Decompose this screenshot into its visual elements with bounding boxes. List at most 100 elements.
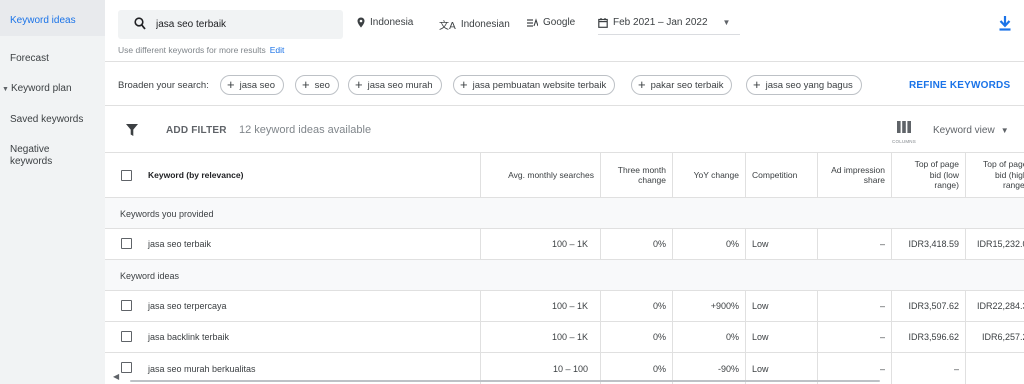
broaden-chip[interactable]: + seo <box>295 75 339 95</box>
competition-cell: Low <box>752 332 769 342</box>
edit-link[interactable]: Edit <box>270 45 285 55</box>
keyword-cell: jasa seo terbaik <box>148 239 212 249</box>
add-filter-button[interactable]: ADD FILTER <box>166 125 227 136</box>
competition-cell: Low <box>752 301 769 311</box>
sidebar-item-keyword-ideas[interactable]: Keyword ideas <box>0 0 105 36</box>
filter-bar: Use different keywords for more results E… <box>105 0 1024 62</box>
bid-high-cell: IDR6,257.2 <box>982 332 1024 342</box>
network-filter[interactable]: Google <box>526 17 575 28</box>
hint-label: Use different keywords for more results <box>118 45 266 55</box>
header-line: bid (low <box>929 169 959 180</box>
search-icon <box>134 17 146 30</box>
three-month-cell: 0% <box>652 239 666 249</box>
keyword-view-dropdown[interactable]: Keyword view ▼ <box>933 125 1009 136</box>
columns-icon <box>897 121 911 133</box>
yoy-cell: 0% <box>725 239 739 249</box>
avg-searches-cell: 100 – 1K <box>551 301 588 311</box>
date-range-selector[interactable]: Feb 2021 – Jan 2022 ▼ <box>598 13 740 35</box>
broaden-chip[interactable]: + jasa seo murah <box>348 75 442 95</box>
sidebar-item-saved-keywords[interactable]: Saved keywords <box>0 114 105 126</box>
plus-icon: + <box>302 77 310 92</box>
chip-label: jasa seo <box>239 79 275 91</box>
chip-label: jasa pembuatan website terbaik <box>472 79 607 91</box>
three-month-cell: 0% <box>652 301 666 311</box>
plus-icon: + <box>753 77 761 92</box>
select-all-checkbox[interactable] <box>121 170 132 181</box>
scroll-left-icon[interactable]: ◀ <box>113 372 119 381</box>
sidebar-item-keyword-plan[interactable]: ▼ Keyword plan <box>0 83 105 96</box>
date-range-content: Feb 2021 – Jan 2022 ▼ <box>598 17 730 28</box>
broaden-chip[interactable]: + jasa seo yang bagus <box>746 75 862 95</box>
language-filter[interactable]: 文A Indonesian <box>439 17 510 32</box>
sidebar-item-forecast[interactable]: Forecast <box>0 53 105 65</box>
date-range-label: Feb 2021 – Jan 2022 <box>613 17 708 28</box>
keyword-cell: jasa seo terpercaya <box>148 301 227 311</box>
chip-label: pakar seo terbaik <box>650 79 724 91</box>
columns-button[interactable]: COLUMNS <box>889 119 919 149</box>
header-top-bid-high[interactable]: Top of page bid (high range) <box>965 153 1024 197</box>
header-line: range) <box>934 180 959 191</box>
header-yoy-change[interactable]: YoY change <box>672 153 739 197</box>
header-line: Top of page <box>983 159 1024 170</box>
yoy-cell: +900% <box>710 301 739 311</box>
broaden-label: Broaden your search: <box>118 80 209 91</box>
hint-text: Use different keywords for more results E… <box>118 45 284 55</box>
table-row[interactable]: jasa seo terbaik 100 – 1K 0% 0% Low – ID… <box>105 229 1024 260</box>
header-top-bid-low[interactable]: Top of page bid (low range) <box>891 153 959 197</box>
section-header-ideas: Keyword ideas <box>105 260 1024 291</box>
bid-high-cell: IDR15,232.0 <box>977 239 1024 249</box>
row-checkbox[interactable] <box>121 238 132 249</box>
row-checkbox[interactable] <box>121 362 132 373</box>
table-row[interactable]: jasa backlink terbaik 100 – 1K 0% 0% Low… <box>105 322 1024 353</box>
header-avg-monthly-searches[interactable]: Avg. monthly searches <box>480 153 594 197</box>
impression-cell: – <box>879 332 885 342</box>
header-line: Ad impression <box>831 164 885 175</box>
header-line: change <box>638 175 666 185</box>
sidebar-item-label: Keyword plan <box>10 83 72 94</box>
plus-icon: + <box>227 77 235 92</box>
header-line: Top of page <box>914 159 959 170</box>
header-three-month-change[interactable]: Three month change <box>600 153 666 197</box>
search-input[interactable] <box>156 19 336 30</box>
three-month-cell: 0% <box>652 332 666 342</box>
broaden-chip[interactable]: + pakar seo terbaik <box>631 75 733 95</box>
table-header: Keyword (by relevance) Avg. monthly sear… <box>105 153 1024 198</box>
section-header-provided: Keywords you provided <box>105 198 1024 229</box>
location-label: Indonesia <box>370 17 414 28</box>
download-icon[interactable] <box>998 15 1012 31</box>
header-ad-impression-share[interactable]: Ad impression share <box>817 153 885 197</box>
header-competition[interactable]: Competition <box>752 153 797 197</box>
search-box[interactable] <box>118 10 343 39</box>
broaden-chip[interactable]: + jasa pembuatan website terbaik <box>453 75 616 95</box>
broaden-chip[interactable]: + jasa seo <box>220 75 284 95</box>
competition-cell: Low <box>752 239 769 249</box>
keyword-view-label: Keyword view <box>933 125 995 136</box>
bid-high-cell: IDR22,284.3 <box>977 301 1024 311</box>
table-row[interactable]: jasa seo terpercaya 100 – 1K 0% +900% Lo… <box>105 291 1024 322</box>
filter-icon[interactable] <box>126 124 138 136</box>
header-line: bid (high <box>995 169 1024 180</box>
location-filter[interactable]: Indonesia <box>357 17 413 28</box>
row-checkbox[interactable] <box>121 300 132 311</box>
chip-label: jasa seo yang bagus <box>765 79 853 91</box>
caret-down-icon: ▼ <box>2 86 9 93</box>
refine-keywords-button[interactable]: REFINE KEYWORDS <box>909 80 1010 91</box>
header-line: share <box>863 175 885 185</box>
row-checkbox[interactable] <box>121 331 132 342</box>
bid-low-cell: IDR3,507.62 <box>908 301 959 311</box>
header-keyword[interactable]: Keyword (by relevance) <box>148 153 243 197</box>
plus-icon: + <box>460 77 468 92</box>
calendar-icon <box>598 17 608 28</box>
keyword-table: Keyword (by relevance) Avg. monthly sear… <box>105 153 1024 384</box>
section-label: Keyword ideas <box>120 271 180 281</box>
keyword-cell: jasa backlink terbaik <box>148 332 230 342</box>
columns-label: COLUMNS <box>892 139 916 144</box>
table-toolbar: ADD FILTER 12 keyword ideas available CO… <box>105 106 1024 153</box>
plus-icon: + <box>638 77 646 92</box>
sidebar-item-negative-keywords[interactable]: Negative keywords <box>0 144 70 168</box>
location-pin-icon <box>357 17 365 28</box>
horizontal-scrollbar[interactable] <box>130 380 880 382</box>
chip-label: seo <box>314 79 330 91</box>
bid-low-cell: IDR3,596.62 <box>908 332 959 342</box>
bid-low-cell: IDR3,418.59 <box>908 239 959 249</box>
